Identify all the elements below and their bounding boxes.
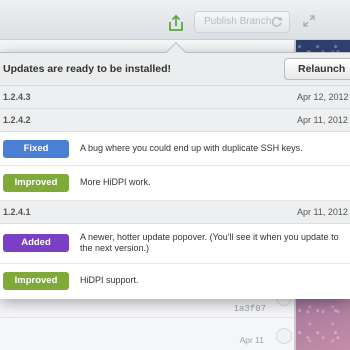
popover-header: Updates are ready to be installed! Relau… [0,53,350,86]
change-description: More HiDPI work. [80,177,151,187]
version-header: 1.2.4.1 Apr 11, 2012 [0,201,350,224]
change-description: HiDPI support. [80,275,139,285]
history-row[interactable] [0,318,294,350]
version-number: 1.2.4.1 [3,207,31,217]
change-item: Added A newer, hotter update popover. (Y… [0,224,350,264]
change-description: A newer, hotter update popover. (You'll … [80,232,339,253]
update-popover: Updates are ready to be installed! Relau… [0,52,350,299]
commit-date: Apr 11 [239,335,264,345]
change-item: Improved HiDPI support. [0,264,350,299]
publish-branch-button[interactable]: Publish Branch [194,11,290,33]
toolbar: Publish Branch [0,0,350,40]
commit-sha: 1a3f07 [233,304,266,314]
popover-title: Updates are ready to be installed! [3,63,172,75]
fullscreen-icon[interactable] [302,14,316,28]
version-header: 1.2.4.2 Apr 11, 2012 [0,109,350,132]
publish-branch-label: Publish Branch [204,16,272,27]
avatar [276,328,292,344]
version-date: Apr 11, 2012 [297,207,348,217]
improved-badge: Improved [3,272,69,290]
change-description: A bug where you could end up with duplic… [80,143,303,153]
fixed-badge: Fixed [3,140,69,158]
version-number: 1.2.4.2 [3,115,31,125]
improved-badge: Improved [3,174,69,192]
version-number: 1.2.4.3 [3,92,31,102]
share-icon[interactable] [167,14,185,32]
version-header: 1.2.4.3 Apr 12, 2012 [0,86,350,109]
version-date: Apr 11, 2012 [297,115,348,125]
sync-icon [271,16,283,27]
relaunch-button[interactable]: Relaunch [284,58,350,80]
change-item: Fixed A bug where you could end up with … [0,132,350,166]
added-badge: Added [3,234,69,252]
change-item: Improved More HiDPI work. [0,166,350,201]
version-date: Apr 12, 2012 [297,92,349,102]
